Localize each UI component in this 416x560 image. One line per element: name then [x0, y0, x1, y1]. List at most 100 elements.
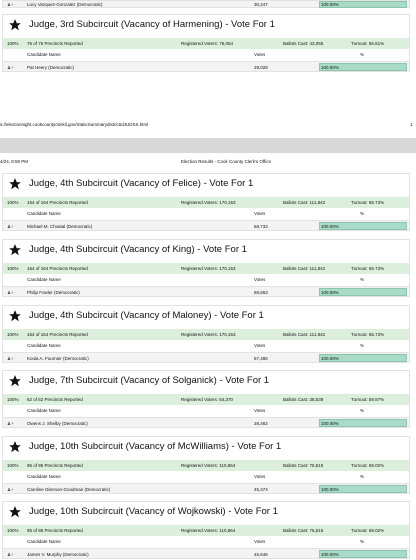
star-icon[interactable] [8, 440, 22, 454]
candidate-percent: 100.00% [321, 356, 339, 361]
header-percent: % [360, 211, 365, 216]
candidate-votes: 28,462 [254, 421, 268, 426]
header-votes: Votes [254, 539, 266, 544]
contest-4: Judge, 7th Subcircuit (Vacancy of Solgan… [2, 370, 410, 428]
partial-contest: ♟+ Lucy Vazquez-Gonzalez (Democratic) 30… [2, 0, 410, 8]
candidate-name: Michael M. Chvatal (Democratic) [27, 224, 93, 229]
contest-summary: 100% 76 of 76 Precincts Reported Registe… [2, 38, 410, 49]
ballots-cast: Ballots Cast: 111,842 [283, 200, 326, 205]
star-icon[interactable] [8, 309, 22, 323]
precincts-reported: 76 of 76 Precincts Reported [27, 41, 83, 46]
header-votes: Votes [254, 211, 266, 216]
person-add-icon[interactable]: ♟+ [7, 353, 14, 364]
contest-title: Judge, 10th Subcircuit (Vacancy of Wojko… [29, 506, 278, 517]
ballots-cast: Ballots Cast: 111,842 [283, 332, 326, 337]
table-row: ♟+ Lucy Vazquez-Gonzalez (Democratic) 30… [2, 0, 410, 8]
header-percent: % [360, 343, 365, 348]
candidate-percent: 100.00% [321, 290, 339, 295]
registered-voters: Registered Voters: 76,054 [181, 41, 234, 46]
contest-title: Judge, 4th Subcircuit (Vacancy of Felice… [29, 178, 254, 189]
candidate-name: Philip Fowler (Democratic) [27, 290, 80, 295]
header-percent: % [360, 277, 365, 282]
contest-1: Judge, 4th Subcircuit (Vacancy of Felice… [2, 173, 410, 231]
person-add-icon[interactable]: ♟+ [7, 549, 14, 560]
contest-summary: 100% 95 of 95 Precincts Reported Registere… [2, 460, 410, 471]
table-row: ♟+ Michael M. Chvatal (Democratic) 68,733 1… [2, 220, 410, 231]
table-row: ♟+ Koula A. Fournier (Democratic) 67,486 10… [2, 352, 410, 363]
ballots-cast: Ballots Cast: 76,515 [283, 463, 324, 468]
candidate-votes: 30,247 [254, 2, 268, 7]
contest-summary: 100% 164 of 164 Precincts Reported Registe… [2, 263, 410, 274]
candidate-percent: 100.00% [321, 421, 339, 426]
person-add-icon[interactable]: ♟+ [7, 62, 14, 73]
header-candidate: Candidate Name [27, 343, 61, 348]
person-add-icon[interactable]: ♟+ [7, 418, 14, 429]
turnout: Turnout: 56.61% [351, 41, 385, 46]
contest-summary: 100% 164 of 164 Precincts Reported Registe… [2, 197, 410, 208]
contest-title: Judge, 4th Subcircuit (Vacancy of Malone… [29, 310, 264, 321]
header-votes: Votes [254, 277, 266, 282]
contest-title: Judge, 7th Subcircuit (Vacancy of Solgan… [29, 375, 270, 386]
ballots-cast: Ballots Cast: 76,515 [283, 528, 324, 533]
precinct-percent: 100% [7, 332, 19, 337]
registered-voters: Registered Voters: 110,864 [181, 463, 236, 468]
contest-3: Judge, 4th Subcircuit (Vacancy of Malone… [2, 305, 410, 363]
person-add-icon[interactable]: ♟+ [7, 221, 14, 232]
candidate-votes: 45,646 [254, 552, 268, 557]
header-candidate: Candidate Name [27, 408, 61, 413]
candidate-percent: 100.00% [321, 65, 339, 70]
registered-voters: Registered Voters: 110,864 [181, 528, 236, 533]
header-candidate: Candidate Name [27, 52, 61, 57]
table-row: ♟+ Owens J. Shelby (Democratic) 28,462 100.… [2, 417, 410, 428]
star-icon[interactable] [8, 505, 22, 519]
page-url: s://electionnight.cookcountyclerkil.gov/… [0, 122, 149, 127]
table-row: ♟+ Caroline Glennon-Goodman (Democratic) 4… [2, 483, 410, 494]
person-add-icon[interactable]: ♟+ [7, 287, 14, 298]
candidate-name: Lucy Vazquez-Gonzalez (Democratic) [27, 2, 103, 7]
person-add-icon[interactable]: ♟+ [7, 484, 14, 495]
page-break [0, 138, 416, 153]
star-icon[interactable] [8, 243, 22, 257]
contest-title-row: Judge, 10th Subcircuit (Vacancy of Wojko… [2, 501, 410, 525]
header-candidate: Candidate Name [27, 211, 61, 216]
candidate-votes: 67,486 [254, 356, 268, 361]
candidate-name: Pat Heery (Democratic) [27, 65, 75, 70]
ballots-cast: Ballots Cast: 38,539 [283, 397, 324, 402]
registered-voters: Registered Voters: 170,153 [181, 332, 236, 337]
candidate-votes: 68,653 [254, 290, 268, 295]
precinct-percent: 100% [7, 528, 19, 533]
column-headers: Candidate Name Votes % [2, 49, 410, 61]
star-icon[interactable] [8, 177, 22, 191]
candidate-percent: 100.00% [321, 552, 339, 557]
star-icon[interactable] [8, 374, 22, 388]
header-percent: % [360, 474, 365, 479]
contest-6: Judge, 10th Subcircuit (Vacancy of Wojko… [2, 501, 410, 559]
candidate-percent: 100.00% [321, 487, 339, 492]
candidate-percent: 100.00% [321, 2, 339, 7]
contest-summary: 100% 95 of 95 Precincts Reported Registere… [2, 525, 410, 536]
print-date: 4/24, 8:59 PM [0, 159, 29, 164]
contest-title-row: Judge, 7th Subcircuit (Vacancy of Solgan… [2, 370, 410, 394]
candidate-name: Owens J. Shelby (Democratic) [27, 421, 88, 426]
turnout: Turnout: 65.73% [351, 332, 385, 337]
turnout: Turnout: 69.02% [351, 463, 385, 468]
contest-summary: 100% 164 of 164 Precincts Reported Registe… [2, 329, 410, 340]
star-icon[interactable] [8, 18, 22, 32]
contest-2: Judge, 4th Subcircuit (Vacancy of King) … [2, 239, 410, 297]
precincts-reported: 164 of 164 Precincts Reported [27, 266, 88, 271]
print-title: Election Results - Cook County Clerk's O… [181, 159, 272, 164]
column-headers: Candidate Name Votes% [2, 536, 410, 548]
turnout: Turnout: 69.02% [351, 528, 385, 533]
table-row: ♟+ Pat Heery (Democratic) 29,028 100.00% [2, 61, 410, 72]
header-candidate: Candidate Name [27, 539, 61, 544]
ballots-cast: Ballots Cast: 111,842 [283, 266, 326, 271]
contest-title: Judge, 10th Subcircuit (Vacancy of McWil… [29, 441, 282, 452]
table-row: ♟+ James V. Murphy (Democratic) 45,646 100.… [2, 548, 410, 559]
precincts-reported: 164 of 164 Precincts Reported [27, 200, 88, 205]
precincts-reported: 95 of 95 Precincts Reported [27, 528, 83, 533]
person-add-icon[interactable]: ♟+ [7, 1, 14, 9]
precinct-percent: 100% [7, 200, 19, 205]
contest-title: Judge, 3rd Subcircuit (Vacancy of Harmen… [29, 19, 275, 30]
contest-title-row: Judge, 4th Subcircuit (Vacancy of Felice… [2, 173, 410, 197]
precinct-percent: 100% [7, 266, 19, 271]
